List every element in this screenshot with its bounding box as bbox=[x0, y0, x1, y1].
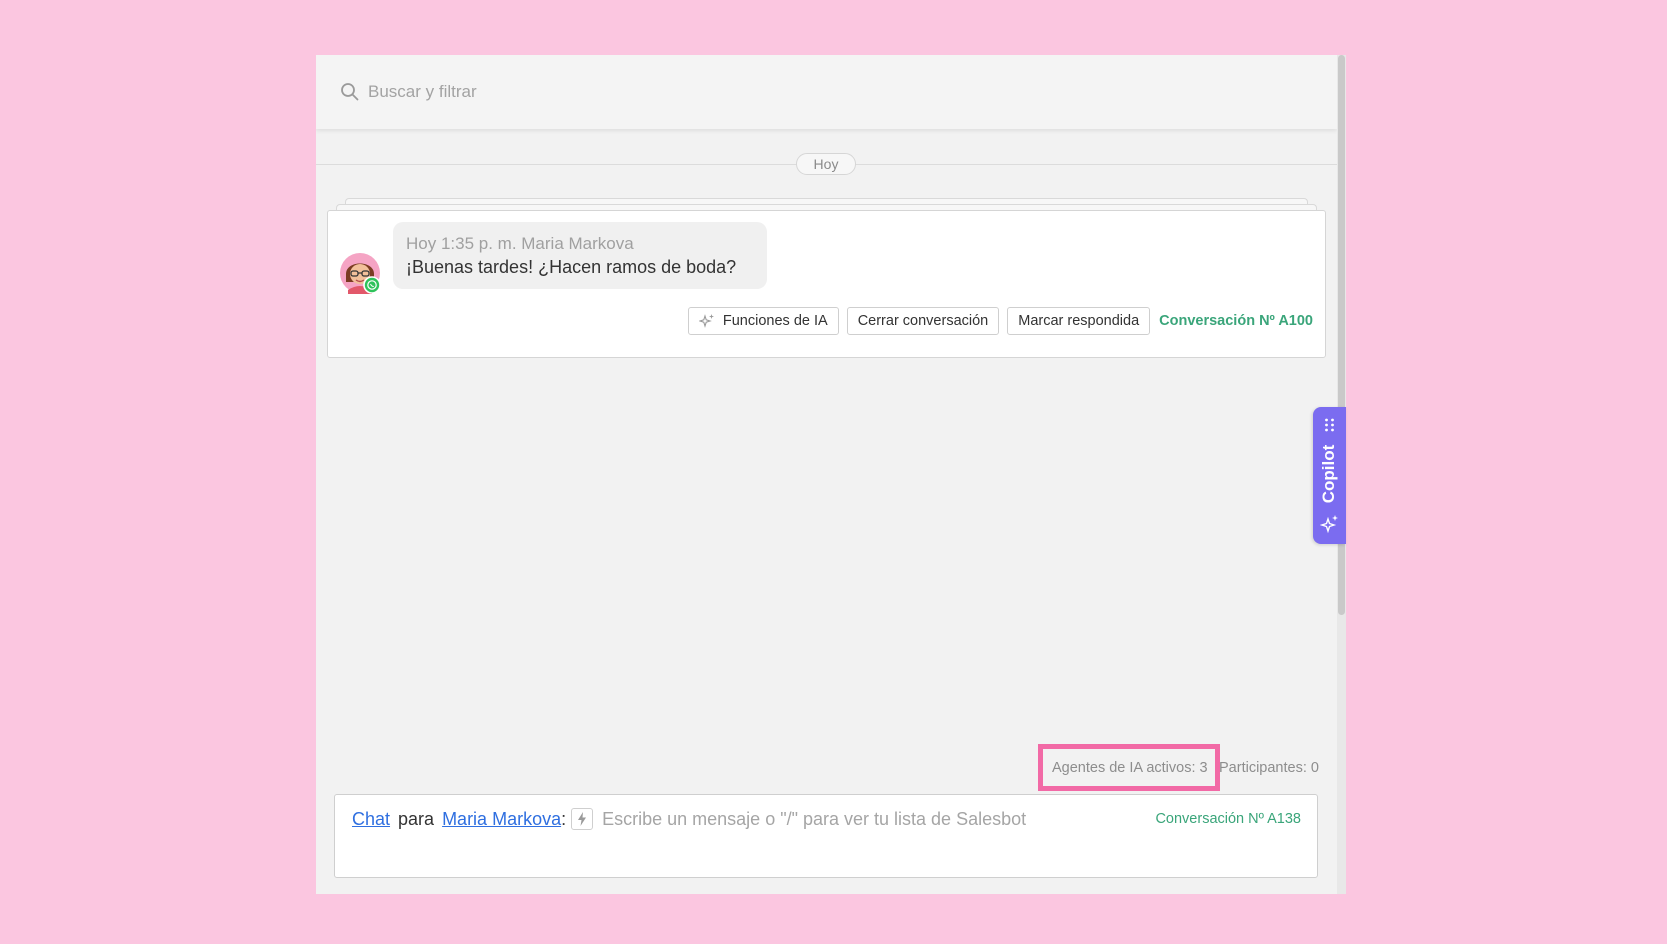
message-composer[interactable]: Chat para Maria Markova : Escribe un men… bbox=[334, 794, 1318, 878]
conversation-link[interactable]: Conversación Nº A100 bbox=[1159, 313, 1313, 329]
ai-functions-label: Funciones de IA bbox=[722, 313, 828, 329]
copilot-tab[interactable]: Copilot bbox=[1313, 407, 1346, 544]
message-actions: Funciones de IA Cerrar conversación Marc… bbox=[687, 307, 1313, 335]
message-input[interactable]: Escribe un mensaje o "/" para ver tu lis… bbox=[602, 809, 1026, 830]
sparkle-icon bbox=[1320, 515, 1338, 534]
drag-handle-icon[interactable] bbox=[1324, 418, 1335, 432]
sparkle-icon bbox=[698, 314, 714, 328]
search-input[interactable]: Buscar y filtrar bbox=[368, 82, 477, 102]
ai-functions-button[interactable]: Funciones de IA bbox=[687, 307, 839, 335]
channel-link[interactable]: Chat bbox=[352, 809, 390, 830]
message-text: ¡Buenas tardes! ¿Hacen ramos de boda? bbox=[406, 257, 737, 277]
avatar bbox=[340, 253, 381, 294]
search-icon bbox=[341, 83, 359, 101]
whatsapp-icon bbox=[363, 276, 381, 294]
message-card: Hoy 1:35 p. m. Maria Markova ¡Buenas tar… bbox=[327, 210, 1326, 358]
search-bar[interactable]: Buscar y filtrar bbox=[316, 55, 1337, 129]
date-label: Hoy bbox=[796, 153, 856, 175]
composer-colon: : bbox=[561, 808, 567, 829]
message-meta: Hoy 1:35 p. m. Maria Markova bbox=[406, 234, 634, 253]
mark-answered-button[interactable]: Marcar respondida bbox=[1007, 307, 1151, 335]
close-conversation-button[interactable]: Cerrar conversación bbox=[846, 307, 1000, 335]
composer-line: Chat para Maria Markova : Escribe un men… bbox=[352, 807, 1026, 831]
composer-connector: para bbox=[398, 808, 435, 829]
composer-conversation-link[interactable]: Conversación Nº A138 bbox=[1155, 811, 1301, 827]
bolt-icon bbox=[578, 812, 587, 826]
recipient-link[interactable]: Maria Markova bbox=[442, 809, 561, 830]
copilot-label: Copilot bbox=[1319, 444, 1338, 504]
message-bubble: Hoy 1:35 p. m. Maria Markova ¡Buenas tar… bbox=[393, 222, 767, 289]
participants-count[interactable]: Participantes: 0 bbox=[1219, 758, 1319, 778]
salesbot-button[interactable] bbox=[571, 808, 594, 830]
ai-agents-count[interactable]: Agentes de IA activos: 3 bbox=[1052, 758, 1208, 778]
